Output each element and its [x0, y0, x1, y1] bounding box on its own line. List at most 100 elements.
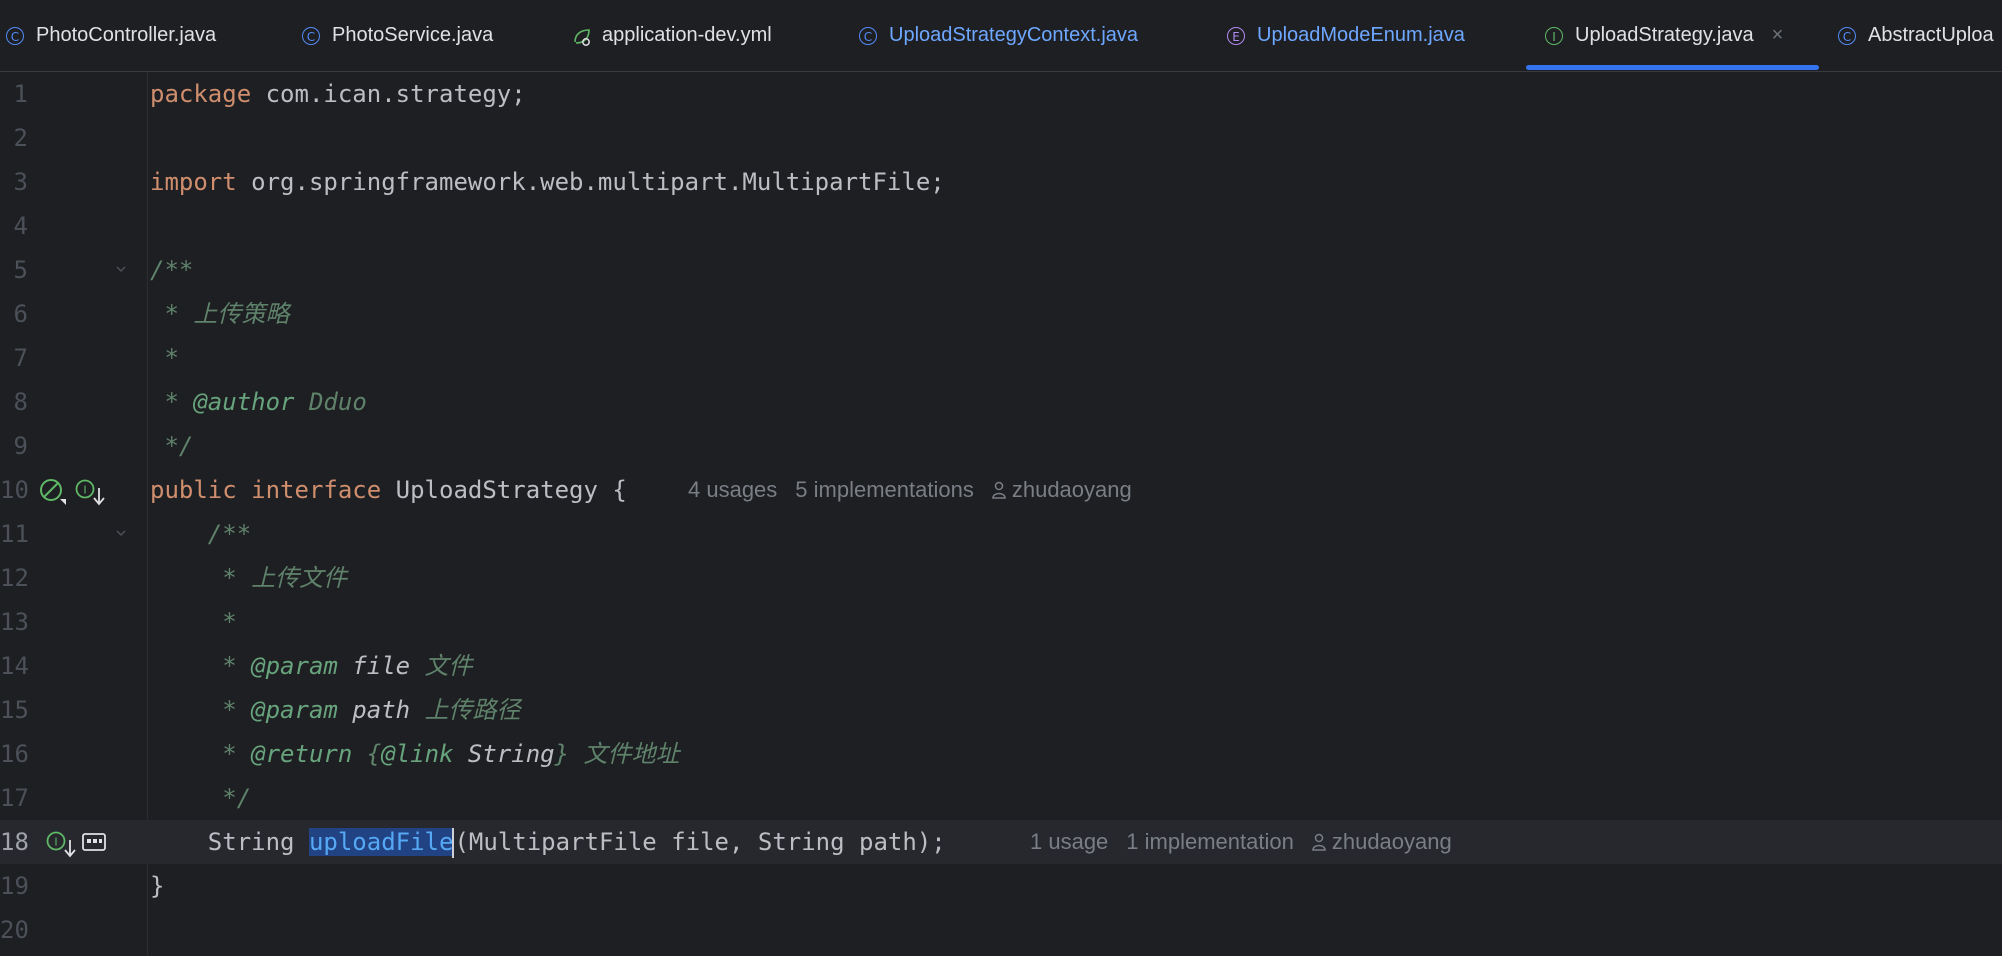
svg-text:I: I	[83, 484, 86, 497]
tab-uploadstrategy[interactable]: I UploadStrategy.java ×	[1545, 0, 1783, 71]
code-line[interactable]: 19 }	[0, 864, 2002, 908]
line-number: 1	[13, 80, 28, 108]
code-line[interactable]: 8 * @author Dduo	[0, 380, 2002, 424]
code-line[interactable]: 2	[0, 116, 2002, 160]
code-text: * @param file 文件	[150, 652, 473, 680]
code-line[interactable]: 3 import org.springframework.web.multipa…	[0, 160, 2002, 204]
code-line[interactable]: 20	[0, 908, 2002, 952]
line-number: 4	[13, 212, 28, 240]
tab-photocontroller[interactable]: C PhotoController.java	[6, 0, 216, 71]
code-text: /**	[150, 520, 252, 548]
tab-label: AbstractUploa	[1868, 24, 1994, 46]
tab-photoservice[interactable]: C PhotoService.java	[302, 0, 493, 71]
class-icon: C	[1838, 26, 1856, 45]
code-line[interactable]: 1 package com.ican.strategy;	[0, 72, 2002, 116]
code-text: * @author Dduo	[150, 388, 367, 416]
line-number: 20	[0, 916, 29, 944]
code-text: * @return {@link String} 文件地址	[150, 740, 680, 768]
code-editor[interactable]: 1 package com.ican.strategy; 2 3 import …	[0, 72, 2002, 956]
code-text: * @param path 上传路径	[150, 696, 521, 724]
line-number: 18	[0, 828, 29, 856]
code-line[interactable]: 11 /**	[0, 512, 2002, 556]
yml-icon	[572, 27, 590, 46]
code-text: *	[150, 344, 179, 372]
tab-label: application-dev.yml	[602, 24, 772, 46]
line-number: 14	[0, 652, 29, 680]
usages-hint: 1 usage	[1030, 829, 1109, 854]
code-text: */	[150, 784, 252, 812]
line-number: 11	[0, 520, 29, 548]
code-line[interactable]: 16 * @return {@link String} 文件地址	[0, 732, 2002, 776]
implemented-method-icon[interactable]: I	[46, 830, 78, 863]
line-number: 16	[0, 740, 29, 768]
author-hint: zhudaoyang	[1331, 829, 1452, 854]
line-number: 17	[0, 784, 29, 812]
line-number: 13	[0, 608, 29, 636]
code-line[interactable]: 14 * @param file 文件	[0, 644, 2002, 688]
line-number: 3	[13, 168, 28, 196]
tab-label: PhotoService.java	[332, 24, 494, 46]
implementations-hint: 1 implementation	[1126, 829, 1294, 854]
tab-label: UploadModeEnum.java	[1257, 24, 1465, 46]
tab-application-dev-yml[interactable]: application-dev.yml	[572, 0, 772, 71]
tab-label: UploadStrategy.java	[1575, 24, 1754, 46]
line-number: 15	[0, 696, 29, 724]
active-tab-indicator	[1526, 65, 1819, 70]
code-line[interactable]: 10 I public interface UploadStrategy { 4…	[0, 468, 2002, 512]
interface-icon: I	[1545, 26, 1563, 45]
fold-chevron-icon[interactable]	[114, 512, 128, 556]
current-code-line[interactable]: 18 I String uploadFile(MultipartFile fil…	[0, 820, 2002, 864]
usages-hint: 4 usages	[688, 477, 778, 502]
selected-identifier: uploadFile	[308, 828, 454, 856]
code-line[interactable]: 5 /**	[0, 248, 2002, 292]
code-line[interactable]: 15 * @param path 上传路径	[0, 688, 2002, 732]
close-tab-icon[interactable]: ×	[1772, 24, 1784, 47]
http-endpoint-icon[interactable]	[82, 832, 106, 857]
no-spring-bean-icon[interactable]	[38, 477, 68, 510]
tab-label: UploadStrategyContext.java	[889, 24, 1139, 46]
code-text: /**	[150, 256, 194, 284]
code-line[interactable]: 4	[0, 204, 2002, 248]
line-number: 8	[13, 388, 28, 416]
code-line[interactable]: 7 *	[0, 336, 2002, 380]
tab-uploadmodeenum[interactable]: E UploadModeEnum.java	[1227, 0, 1465, 71]
editor-tab-bar: C PhotoController.java C PhotoService.ja…	[0, 0, 2002, 72]
code-text: import org.springframework.web.multipart…	[150, 168, 945, 196]
line-number: 5	[13, 256, 28, 284]
code-text: public interface UploadStrategy {	[150, 476, 627, 504]
person-icon	[992, 481, 1006, 499]
code-text: * 上传文件	[150, 564, 348, 592]
tab-abstractupload[interactable]: C AbstractUploa	[1838, 0, 1994, 71]
fold-chevron-icon[interactable]	[114, 248, 128, 292]
code-text: package com.ican.strategy;	[150, 80, 526, 108]
class-icon: C	[6, 26, 24, 45]
code-vision-hints[interactable]: 1 usage 1 implementation zhudaoyang	[1030, 820, 1452, 864]
code-text: *	[150, 608, 237, 636]
line-number: 6	[13, 300, 28, 328]
author-hint: zhudaoyang	[1011, 477, 1132, 502]
code-line[interactable]: 13 *	[0, 600, 2002, 644]
enum-icon: E	[1227, 26, 1245, 45]
code-vision-hints[interactable]: 4 usages 5 implementations zhudaoyang	[688, 468, 1132, 512]
tab-label: PhotoController.java	[36, 24, 217, 46]
code-text: */	[150, 432, 194, 460]
code-line[interactable]: 12 * 上传文件	[0, 556, 2002, 600]
line-number: 2	[13, 124, 28, 152]
line-number: 7	[13, 344, 28, 372]
svg-text:I: I	[54, 836, 57, 849]
code-line[interactable]: 6 * 上传策略	[0, 292, 2002, 336]
code-line[interactable]: 9 */	[0, 424, 2002, 468]
code-text: * 上传策略	[150, 300, 290, 328]
code-text: }	[150, 872, 165, 900]
class-icon: C	[302, 26, 320, 45]
code-line[interactable]: 17 */	[0, 776, 2002, 820]
implementations-hint: 5 implementations	[795, 477, 974, 502]
class-icon: C	[859, 26, 877, 45]
person-icon	[1312, 833, 1326, 851]
tab-uploadstrategycontext[interactable]: C UploadStrategyContext.java	[859, 0, 1138, 71]
line-number: 9	[13, 432, 28, 460]
code-text: String uploadFile(MultipartFile file, St…	[150, 828, 946, 858]
line-number: 12	[0, 564, 29, 592]
implemented-interface-icon[interactable]: I	[75, 478, 107, 511]
line-number: 10	[0, 476, 29, 504]
